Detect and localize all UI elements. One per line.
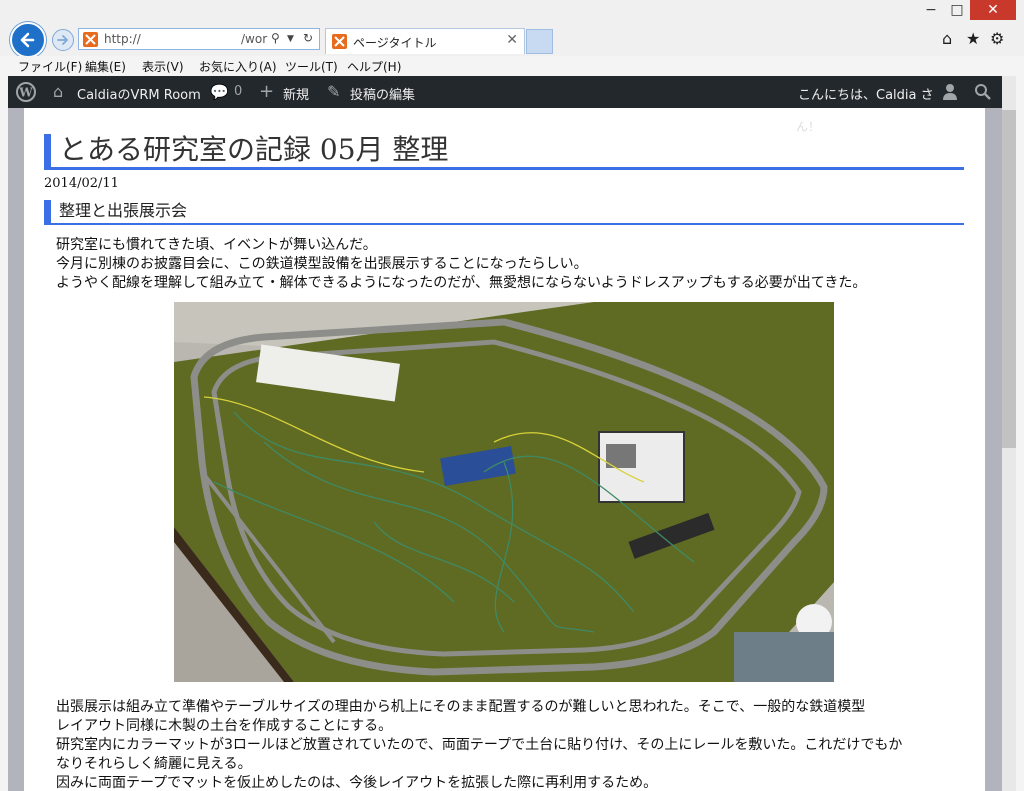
address-prefix: http:// [104, 32, 141, 46]
menu-file[interactable]: ファイル(F) [18, 58, 82, 75]
greeting-link[interactable]: こんにちは、Caldia さ [798, 84, 934, 103]
forward-button[interactable] [52, 29, 74, 51]
arrow-right-icon [57, 35, 69, 45]
new-link[interactable]: 新規 [283, 84, 309, 103]
favorites-star-icon[interactable]: ★ [966, 29, 980, 48]
tab-favicon-icon [332, 34, 347, 49]
post-title: とある研究室の記録 05月 整理 [44, 134, 964, 170]
layout-photo[interactable] [174, 302, 834, 682]
comment-count[interactable]: 0 [234, 84, 242, 99]
home-icon[interactable]: ⌂ [942, 29, 952, 48]
menu-help[interactable]: ヘルプ(H) [347, 58, 401, 75]
section-heading: 整理と出張展示会 [44, 200, 964, 225]
browser-window: http:// /wor ⚲ ▼ ↻ ページタイトル ✕ − □ ✕ ⌂ ★ ⚙… [0, 0, 1024, 791]
close-window-button[interactable]: ✕ [970, 0, 1016, 20]
site-name-link[interactable]: CaldiaのVRM Room [77, 84, 201, 103]
pencil-icon[interactable]: ✎ [327, 82, 340, 101]
home-icon: ⌂ [53, 82, 64, 101]
text-line: 今月に別棟のお披露目会に、この鉄道模型設備を出張展示することになったらしい。 [56, 256, 588, 272]
menu-favorites[interactable]: お気に入り(A) [199, 58, 277, 75]
greeting-wrapped-text: ん！ [796, 120, 821, 134]
maximize-button[interactable]: □ [944, 0, 970, 20]
model-railway-photo [174, 302, 834, 682]
minimize-button[interactable]: − [918, 0, 944, 20]
tab-active[interactable]: ページタイトル ✕ [325, 28, 525, 54]
post-date: 2014/02/11 [44, 176, 119, 191]
paragraph-intro: 研究室にも慣れてきた頃、イベントが舞い込んだ。 今月に別棟のお披露目会に、この鉄… [56, 236, 956, 293]
address-suffix: /wor [241, 32, 268, 46]
close-tab-icon[interactable]: ✕ [506, 32, 518, 48]
text-line: 因みに両面テープでマットを仮止めしたのは、今後レイアウトを拡張した際に再利用する… [56, 775, 658, 791]
site-favicon-icon [83, 32, 98, 47]
comment-icon[interactable]: 💬 [210, 83, 229, 101]
text-line: ようやく配線を理解して組み立て・解体できるようになったのだが、無愛想にならないよ… [56, 275, 867, 291]
text-line: レイアウト同様に木製の土台を作成することにする。 [56, 718, 393, 734]
search-icon[interactable] [974, 83, 991, 100]
user-avatar-icon[interactable] [942, 83, 958, 101]
edit-post-link[interactable]: 投稿の編集 [350, 84, 415, 103]
paragraph-body: 出張展示は組み立て準備やテーブルサイズの理由から机上にそのまま配置するのが難しい… [56, 698, 956, 791]
dropdown-icon[interactable]: ▼ [287, 34, 294, 44]
menu-edit[interactable]: 編集(E) [85, 58, 126, 75]
scrollbar-thumb[interactable] [1002, 110, 1016, 448]
text-line: なりそれらしく綺麗に見える。 [56, 756, 252, 772]
gear-icon[interactable]: ⚙ [990, 29, 1004, 48]
arrow-left-icon [20, 32, 35, 48]
search-icon[interactable]: ⚲ [271, 31, 280, 45]
menu-tools[interactable]: ツール(T) [285, 58, 338, 75]
title-tab-bar: http:// /wor ⚲ ▼ ↻ ページタイトル ✕ − □ ✕ ⌂ ★ ⚙ [0, 0, 1024, 58]
text-line: 研究室にも慣れてきた頃、イベントが舞い込んだ。 [56, 237, 377, 253]
back-button[interactable] [10, 22, 46, 58]
plus-icon[interactable]: + [259, 81, 274, 102]
text-line: 出張展示は組み立て準備やテーブルサイズの理由から机上にそのまま配置するのが難しい… [56, 699, 866, 715]
new-tab-button[interactable] [526, 29, 553, 54]
text-line: 研究室内にカラーマットが3ロールほど放置されていたので、両面テープで土台に貼り付… [56, 737, 903, 753]
tab-title: ページタイトル [353, 36, 437, 50]
menu-bar: ファイル(F) 編集(E) 表示(V) お気に入り(A) ツール(T) ヘルプ(… [0, 56, 1024, 76]
svg-text:W: W [18, 86, 33, 100]
menu-view[interactable]: 表示(V) [142, 58, 184, 75]
wordpress-logo-icon[interactable]: W [16, 82, 36, 102]
address-bar[interactable]: http:// /wor ⚲ ▼ ↻ [78, 28, 320, 50]
wp-admin-bar: W ⌂ CaldiaのVRM Room 💬 0 + 新規 ✎ 投稿の編集 こんに… [8, 76, 1002, 108]
refresh-icon[interactable]: ↻ [303, 31, 313, 45]
